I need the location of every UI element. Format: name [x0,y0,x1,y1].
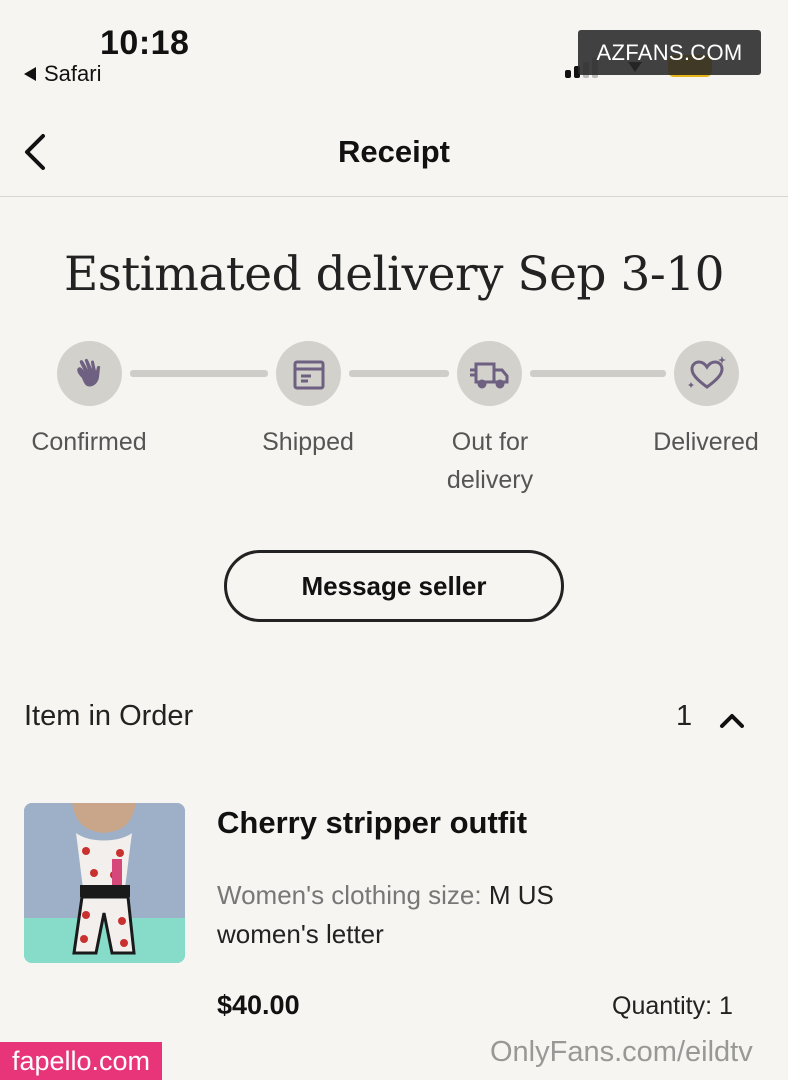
nav-bar: Receipt [0,110,788,197]
back-app-label: Safari [44,61,102,86]
tracker-line-1 [130,370,268,377]
heart-sparkle-icon [674,341,739,406]
step-label-out-for-delivery: Out for delivery [446,428,534,494]
status-time: 10:18 [100,24,190,62]
tracker-line-2 [349,370,449,377]
item-price: $40.00 [217,990,300,1020]
item-attribute-label: Women's clothing size: [217,880,482,910]
tracker-line-3 [530,370,666,377]
watermark-bottom-right: OnlyFans.com/eildtv [490,1036,753,1068]
chevron-up-icon[interactable] [716,704,748,736]
watermark-bottom-left: fapello.com [0,1042,162,1080]
item-attribute: Women's clothing size: M US women's lett… [217,876,637,954]
step-label-delivered: Delivered [653,428,759,456]
receipt-screen: 10:18 Safari AZFANS.COM Receipt Estimate… [0,0,788,1080]
item-thumbnail[interactable] [24,803,185,963]
page-title: Receipt [338,134,450,169]
package-icon [276,341,341,406]
watermark-top: AZFANS.COM [578,30,761,75]
message-seller-button[interactable]: Message seller [224,550,564,622]
back-to-safari-link[interactable]: Safari [24,61,101,87]
back-triangle-icon [24,67,36,81]
delivery-headline: Estimated delivery Sep 3-10 [63,247,725,302]
hand-wave-icon [57,341,122,406]
items-count: 1 [676,700,693,732]
step-label-shipped: Shipped [262,428,354,456]
items-section-title: Item in Order [24,700,194,732]
item-quantity: Quantity: 1 [612,992,733,1020]
step-label-confirmed: Confirmed [31,428,147,456]
item-title[interactable]: Cherry stripper outfit [217,805,527,841]
delivery-truck-icon [457,341,522,406]
